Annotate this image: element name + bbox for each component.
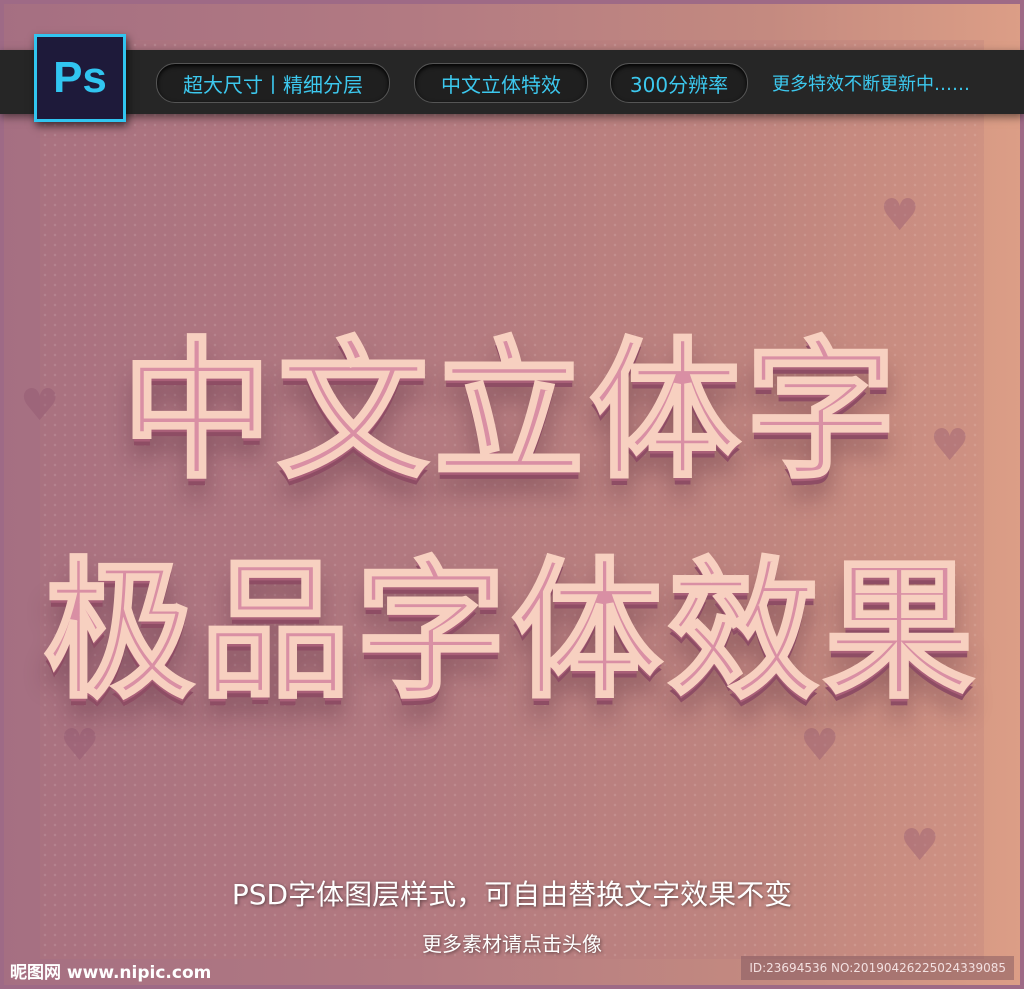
subtitle: PSD字体图层样式，可自由替换文字效果不变 bbox=[231, 878, 793, 911]
feature-pill: 超大尺寸丨精细分层 bbox=[156, 63, 390, 103]
watermark-logo: 昵图网 www.nipic.com bbox=[10, 963, 212, 983]
feature-pill: 中文立体特效 bbox=[414, 63, 588, 103]
headline-line-2: 极品字体效果 bbox=[42, 544, 980, 721]
heart-decoration: ♥ bbox=[60, 720, 100, 771]
image-id: ID:23694536 NO:20190426225024339085 bbox=[741, 956, 1014, 980]
caption: 更多素材请点击头像 bbox=[422, 932, 602, 956]
heart-decoration: ♥ bbox=[800, 720, 840, 771]
headline-line-1: 中文立体字 bbox=[120, 324, 902, 501]
photoshop-logo-icon: Ps bbox=[34, 34, 126, 122]
heart-decoration: ♥ bbox=[880, 190, 920, 241]
heart-decoration: ♥ bbox=[900, 820, 940, 871]
more-effects-text: 更多特效不断更新中…… bbox=[772, 74, 970, 95]
feature-pill: 300分辨率 bbox=[610, 63, 748, 103]
